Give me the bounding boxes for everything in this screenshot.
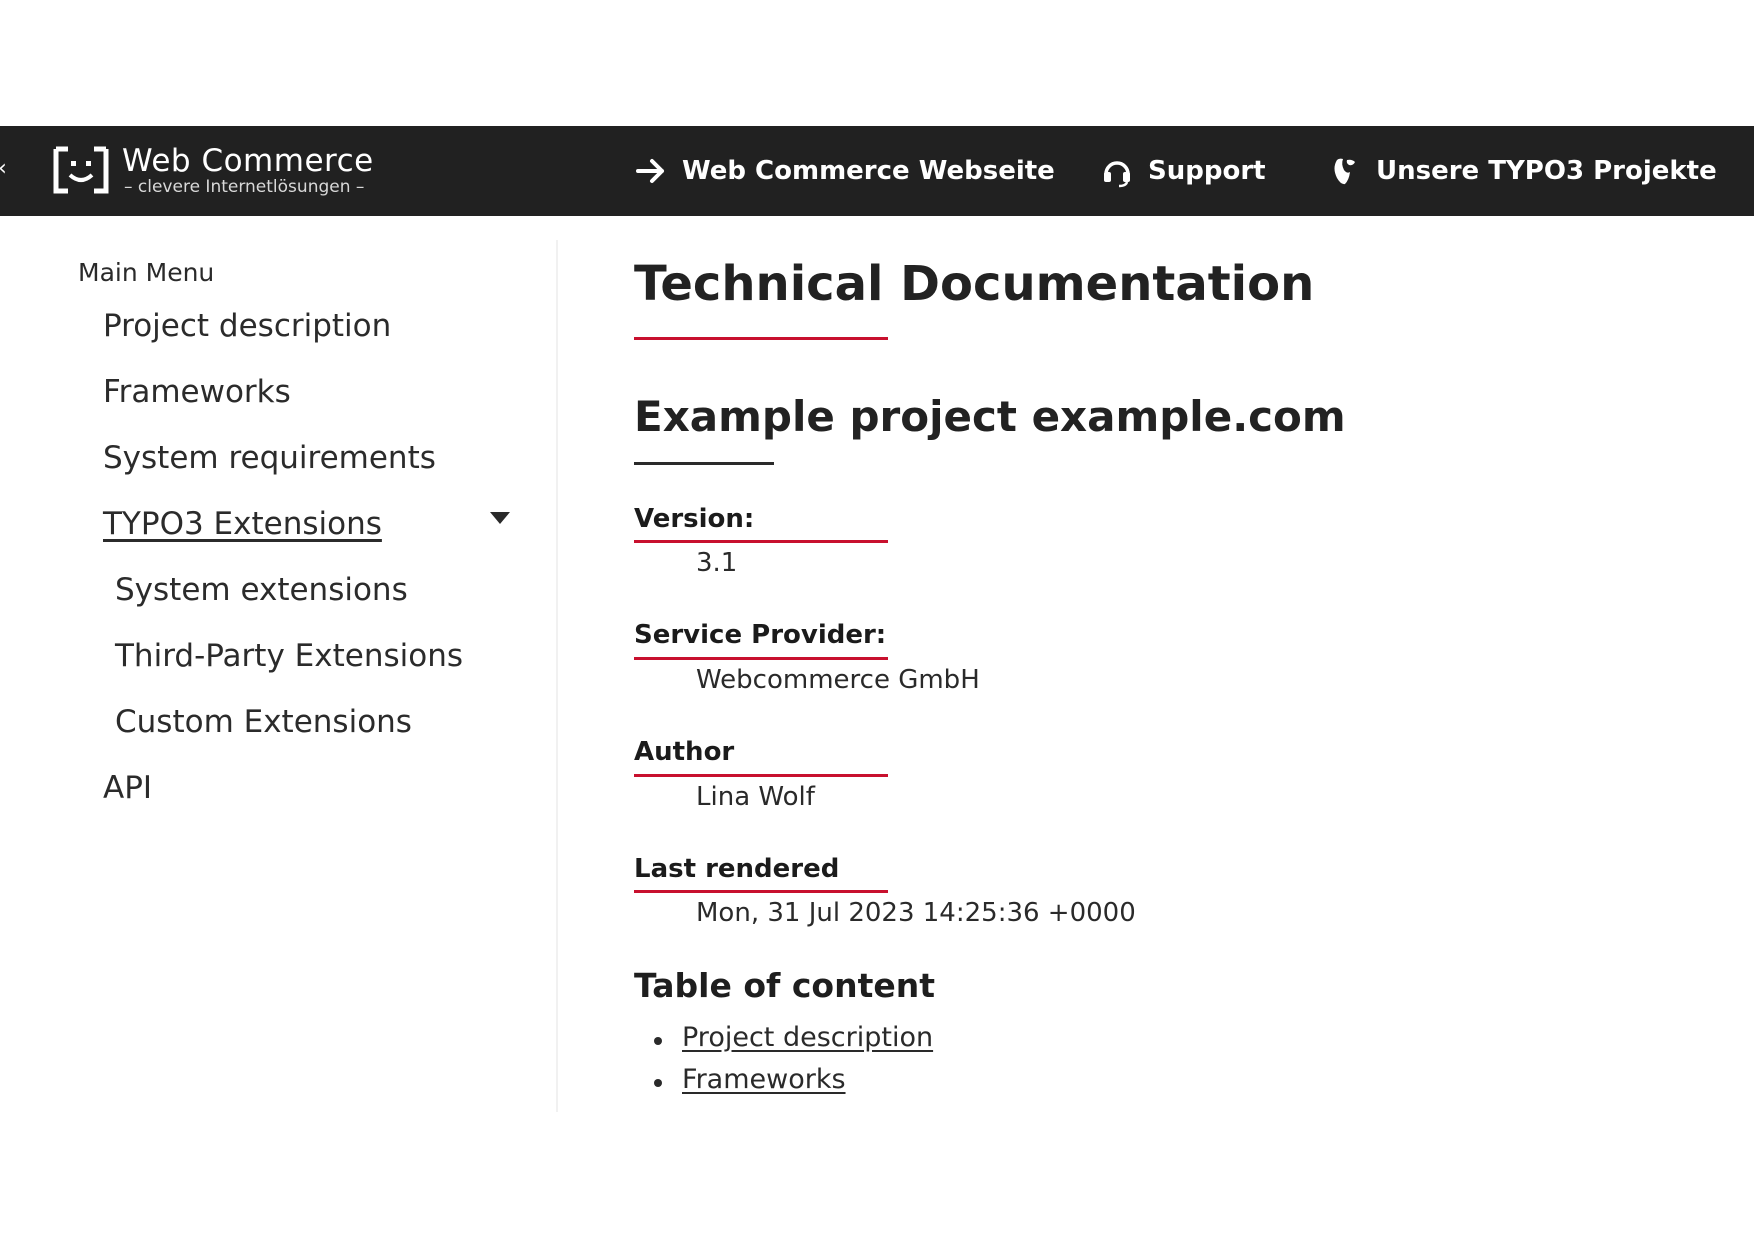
sidebar-item-typo3-extensions[interactable]: TYPO3 Extensions bbox=[103, 506, 382, 542]
toc-heading: Table of content bbox=[634, 966, 935, 1005]
last-rendered-value: Mon, 31 Jul 2023 14:25:36 +0000 bbox=[696, 898, 1136, 928]
arrow-right-icon bbox=[636, 159, 664, 183]
version-value: 3.1 bbox=[696, 548, 738, 578]
sidebar-item-custom-extensions[interactable]: Custom Extensions bbox=[115, 704, 412, 740]
last-rendered-label: Last rendered bbox=[634, 854, 840, 884]
top-navigation-bar: ‹ Web Commerce – clevere Internetlösunge… bbox=[0, 126, 1754, 216]
nav-link-label: Web Commerce Webseite bbox=[682, 156, 1055, 186]
project-title: Example project example.com bbox=[634, 392, 1346, 441]
sidebar-item-third-party-extensions[interactable]: Third-Party Extensions bbox=[115, 638, 463, 674]
typo3-icon bbox=[1334, 158, 1355, 185]
list-item: Frameworks bbox=[652, 1064, 933, 1106]
service-provider-underline bbox=[634, 657, 888, 660]
logo-subtitle: – clevere Internetlösungen – bbox=[124, 177, 365, 197]
sidebar-item-project-description[interactable]: Project description bbox=[103, 308, 391, 344]
sidebar-item-system-requirements[interactable]: System requirements bbox=[103, 440, 436, 476]
chevron-down-icon[interactable] bbox=[490, 512, 510, 524]
nav-link-label: Support bbox=[1148, 156, 1266, 186]
toc-link-frameworks[interactable]: Frameworks bbox=[682, 1064, 846, 1095]
last-rendered-underline bbox=[634, 890, 888, 893]
sidebar-item-frameworks[interactable]: Frameworks bbox=[103, 374, 291, 410]
table-of-contents: Project description Frameworks bbox=[652, 1022, 933, 1106]
edge-chevron-icon[interactable]: ‹ bbox=[0, 156, 7, 181]
list-item: Project description bbox=[652, 1022, 933, 1064]
project-title-underline bbox=[634, 462, 774, 465]
author-value: Lina Wolf bbox=[696, 782, 815, 812]
headset-icon bbox=[1104, 161, 1130, 188]
nav-link-support[interactable]: Support bbox=[1100, 126, 1266, 216]
version-label: Version: bbox=[634, 504, 755, 534]
logo-title: Web Commerce bbox=[122, 143, 374, 179]
title-underline bbox=[634, 337, 888, 340]
author-underline bbox=[634, 774, 888, 777]
logo-icon bbox=[53, 146, 109, 194]
sidebar-item-api[interactable]: API bbox=[103, 770, 152, 806]
toc-link-project-description[interactable]: Project description bbox=[682, 1022, 933, 1053]
content-cutoff bbox=[560, 1112, 1754, 1240]
version-underline bbox=[634, 540, 888, 543]
service-provider-label: Service Provider: bbox=[634, 620, 887, 650]
logo[interactable]: Web Commerce – clevere Internetlösungen … bbox=[52, 140, 374, 200]
page-title: Technical Documentation bbox=[634, 256, 1315, 312]
nav-link-typo3-projekte[interactable]: Unsere TYPO3 Projekte bbox=[1328, 126, 1717, 216]
service-provider-value: Webcommerce GmbH bbox=[696, 665, 980, 695]
sidebar-item-system-extensions[interactable]: System extensions bbox=[115, 572, 408, 608]
nav-link-webseite[interactable]: Web Commerce Webseite bbox=[634, 126, 1055, 216]
nav-link-label: Unsere TYPO3 Projekte bbox=[1376, 156, 1717, 186]
main-menu-heading: Main Menu bbox=[78, 258, 215, 287]
page: ‹ Web Commerce – clevere Internetlösunge… bbox=[0, 0, 1754, 1240]
author-label: Author bbox=[634, 737, 735, 767]
sidebar-main-menu: Main Menu Project description Frameworks… bbox=[0, 240, 558, 1112]
